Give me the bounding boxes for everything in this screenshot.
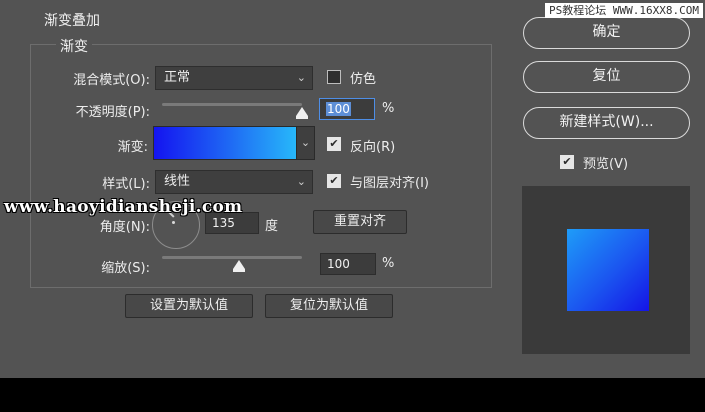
opacity-slider-thumb[interactable] [296,107,308,119]
ok-button[interactable]: 确定 [523,17,690,49]
group-title: 渐变 [56,36,92,56]
watermark-top-right: PS教程论坛 WWW.16XX8.COM [545,3,703,18]
chevron-down-icon: ⌄ [296,175,306,188]
style-label: 样式(L): [102,177,150,192]
scale-slider-track[interactable] [162,256,302,259]
angle-unit: 度 [265,219,279,234]
opacity-input[interactable]: 100 [319,98,375,120]
opacity-label: 不透明度(P): [75,105,150,120]
reset-align-button[interactable]: 重置对齐 [313,210,407,234]
reverse-checkbox[interactable]: ✔ [327,137,341,151]
angle-value: 135 [212,216,235,230]
check-icon: ✔ [562,155,572,168]
scale-value: 100 [327,257,350,271]
preview-label: 预览(V) [583,157,629,172]
chevron-down-icon: ⌄ [296,71,306,84]
opacity-slider-track[interactable] [162,103,302,106]
check-icon: ✔ [329,137,339,150]
blend-mode-label: 混合模式(O): [73,73,150,88]
set-default-button[interactable]: 设置为默认值 [125,294,253,318]
scale-slider-thumb[interactable] [233,260,245,272]
dither-checkbox[interactable] [327,70,341,84]
bottom-black-band [0,378,705,412]
style-preview [522,186,690,354]
blend-mode-value: 正常 [164,70,191,85]
opacity-value: 100 [326,102,351,116]
new-style-button[interactable]: 新建样式(W)... [523,107,690,139]
scale-input[interactable]: 100 [320,253,376,275]
align-label: 与图层对齐(I) [350,176,429,191]
angle-center-dot [172,221,175,224]
align-checkbox[interactable]: ✔ [327,174,341,188]
opacity-unit: % [382,101,395,116]
style-select[interactable]: 线性 ⌄ [155,170,313,194]
chevron-down-icon: ⌄ [300,136,311,149]
scale-unit: % [382,256,395,271]
watermark-overlay: www.haoyidiansheji.com [4,197,243,217]
preview-gradient-square [567,229,649,311]
gradient-swatch[interactable] [153,126,297,160]
angle-label: 角度(N): [99,220,150,235]
reset-button[interactable]: 复位 [523,61,690,93]
scale-label: 缩放(S): [101,261,150,276]
gradient-label: 渐变: [117,140,148,155]
dither-label: 仿色 [350,72,377,87]
style-value: 线性 [164,174,191,189]
gradient-dropdown[interactable]: ⌄ [297,126,315,160]
reverse-label: 反向(R) [350,140,396,155]
blend-mode-select[interactable]: 正常 ⌄ [155,66,313,90]
reset-default-button[interactable]: 复位为默认值 [265,294,393,318]
check-icon: ✔ [329,174,339,187]
preview-checkbox[interactable]: ✔ [560,155,574,169]
dialog-title: 渐变叠加 [44,13,100,29]
